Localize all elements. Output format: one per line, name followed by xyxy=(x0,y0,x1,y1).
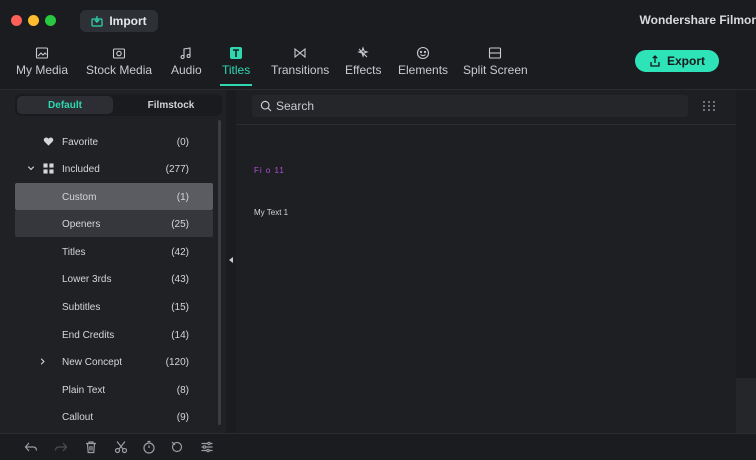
right-edge-scroll-thumb[interactable] xyxy=(736,378,756,433)
tab-stock-media-label: Stock Media xyxy=(86,63,153,77)
tab-titles-label: Titles xyxy=(222,63,251,77)
import-label: Import xyxy=(109,14,147,28)
undo-icon[interactable] xyxy=(24,440,38,454)
tab-transitions-label: Transitions xyxy=(271,63,330,77)
active-tab-underline xyxy=(220,84,253,86)
chevron-right-icon[interactable] xyxy=(39,356,47,367)
close-window-button[interactable] xyxy=(11,15,22,26)
adjust-settings-icon[interactable] xyxy=(200,440,214,454)
minimize-window-button[interactable] xyxy=(28,15,39,26)
category-scrollbar[interactable] xyxy=(218,120,221,425)
category-new-concept-count: (120) xyxy=(165,357,189,368)
category-titles[interactable]: Titles (42) xyxy=(15,238,213,265)
smiley-icon xyxy=(416,46,430,60)
heart-icon xyxy=(43,137,54,146)
library-segmented-control: Default Filmstock xyxy=(15,94,222,116)
tab-split-screen-label: Split Screen xyxy=(463,63,528,77)
bottom-toolbar xyxy=(0,433,756,460)
chevron-down-icon[interactable] xyxy=(27,163,35,174)
category-included-label: Included xyxy=(62,164,100,175)
tab-my-media-label: My Media xyxy=(16,63,69,77)
category-custom-label: Custom xyxy=(62,192,97,203)
category-custom-count: (1) xyxy=(176,192,189,203)
category-new-concept-label: New Concept xyxy=(62,357,123,368)
category-plain-text-label: Plain Text xyxy=(62,385,106,396)
collapse-arrow-icon[interactable] xyxy=(229,257,233,263)
category-callout-label: Callout xyxy=(62,412,94,423)
category-end-credits[interactable]: End Credits (14) xyxy=(15,321,213,348)
title-item-label[interactable]: My Text 1 xyxy=(254,208,288,217)
tab-my-media[interactable]: My Media xyxy=(16,46,68,77)
tab-effects-label: Effects xyxy=(345,63,382,77)
tab-split-screen[interactable]: Split Screen xyxy=(463,46,528,77)
category-lower-3rds-count: (43) xyxy=(171,274,189,285)
title-bar: Import Wondershare Filmor xyxy=(0,0,756,40)
export-label: Export xyxy=(666,54,705,68)
tab-elements[interactable]: Elements xyxy=(398,46,448,77)
scissors-icon[interactable] xyxy=(114,440,128,454)
category-favorite-label: Favorite xyxy=(62,137,99,148)
main-toolbar: My Media Stock Media Audio Titles Transi… xyxy=(0,40,756,90)
category-favorite[interactable]: Favorite (0) xyxy=(15,128,213,155)
category-callout[interactable]: Callout (9) xyxy=(15,403,213,430)
tab-stock-media[interactable]: Stock Media xyxy=(86,46,152,77)
category-panel: Default Filmstock Favorite (0) Included … xyxy=(0,90,226,433)
grid-view-icon[interactable] xyxy=(700,97,718,115)
search-placeholder: Search xyxy=(276,99,315,113)
sparkle-icon xyxy=(357,46,369,58)
camera-icon xyxy=(112,48,126,59)
tab-effects[interactable]: Effects xyxy=(345,46,381,77)
export-button[interactable]: Export xyxy=(635,50,719,72)
category-openers-count: (25) xyxy=(171,219,189,230)
panel-collapse-strip xyxy=(226,90,236,433)
search-icon xyxy=(260,100,272,112)
category-new-concept[interactable]: New Concept (120) xyxy=(15,348,213,375)
bowtie-icon xyxy=(294,47,306,59)
trash-icon[interactable] xyxy=(84,440,98,454)
category-subtitles-label: Subtitles xyxy=(62,302,101,313)
category-subtitles-count: (15) xyxy=(171,302,189,313)
category-subtitles[interactable]: Subtitles (15) xyxy=(15,293,213,320)
import-button[interactable]: Import xyxy=(80,10,158,32)
category-openers[interactable]: Openers (25) xyxy=(15,210,213,237)
category-end-credits-label: End Credits xyxy=(62,330,115,341)
tab-audio-label: Audio xyxy=(171,63,202,77)
search-input[interactable]: Search xyxy=(252,95,688,117)
timer-icon[interactable] xyxy=(142,440,156,454)
category-callout-count: (9) xyxy=(176,412,189,423)
split-screen-icon xyxy=(489,47,502,59)
titles-browser: Search Fi o 11 My Text 1 xyxy=(236,90,736,433)
tab-titles[interactable]: Titles xyxy=(220,46,253,86)
title-thumbnail-text[interactable]: Fi o 11 xyxy=(254,166,285,175)
category-custom[interactable]: Custom (1) xyxy=(15,183,213,210)
category-lower-3rds[interactable]: Lower 3rds (43) xyxy=(15,265,213,292)
search-divider xyxy=(236,124,736,125)
export-icon xyxy=(650,55,660,67)
grid-icon xyxy=(43,163,54,174)
category-plain-text-count: (8) xyxy=(176,385,189,396)
app-title: Wondershare Filmor xyxy=(639,13,756,27)
tab-audio[interactable]: Audio xyxy=(171,46,202,77)
music-note-icon xyxy=(180,47,191,60)
category-included-count: (277) xyxy=(165,164,189,175)
text-t-icon xyxy=(230,47,243,59)
redo-icon[interactable] xyxy=(54,440,68,454)
category-favorite-count: (0) xyxy=(176,137,189,148)
category-titles-count: (42) xyxy=(171,247,189,258)
segment-default[interactable]: Default xyxy=(17,96,113,114)
segment-filmstock[interactable]: Filmstock xyxy=(123,96,219,114)
image-icon xyxy=(35,47,49,59)
category-end-credits-count: (14) xyxy=(171,330,189,341)
tab-transitions[interactable]: Transitions xyxy=(271,46,329,77)
color-match-icon[interactable] xyxy=(170,440,184,454)
category-openers-label: Openers xyxy=(62,219,101,230)
zoom-window-button[interactable] xyxy=(45,15,56,26)
import-icon xyxy=(91,16,103,27)
tab-elements-label: Elements xyxy=(398,63,449,77)
category-titles-label: Titles xyxy=(62,247,86,258)
category-lower-3rds-label: Lower 3rds xyxy=(62,274,112,285)
category-plain-text[interactable]: Plain Text (8) xyxy=(15,376,213,403)
category-included[interactable]: Included (277) xyxy=(15,155,213,182)
